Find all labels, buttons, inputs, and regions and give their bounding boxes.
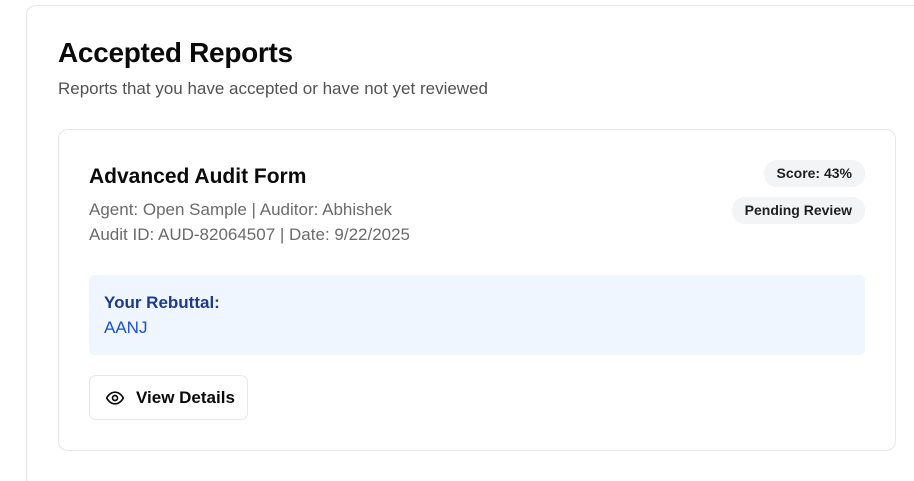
rebuttal-text: AANJ (104, 318, 148, 337)
section-title: Accepted Reports (58, 37, 293, 68)
page: Accepted Reports Reports that you have a… (0, 0, 914, 481)
score-badge: Score: 43% (763, 160, 865, 187)
report-agent-auditor: Agent: Open Sample | Auditor: Abhishek (89, 200, 393, 219)
report-title: Advanced Audit Form (89, 165, 307, 188)
eye-icon (105, 388, 125, 408)
report-audit-id-date: Audit ID: AUD-82064507 | Date: 9/22/2025 (89, 225, 411, 244)
rebuttal-box: Your Rebuttal: AANJ (89, 275, 865, 355)
section-subtitle: Reports that you have accepted or have n… (58, 79, 488, 98)
status-badge: Pending Review (731, 197, 865, 224)
accepted-reports-section: Accepted Reports Reports that you have a… (26, 5, 914, 481)
view-details-label: View Details (136, 387, 235, 407)
report-card: Advanced Audit Form Agent: Open Sample |… (58, 129, 896, 451)
view-details-button[interactable]: View Details (89, 375, 248, 420)
rebuttal-label: Your Rebuttal: (104, 293, 220, 312)
